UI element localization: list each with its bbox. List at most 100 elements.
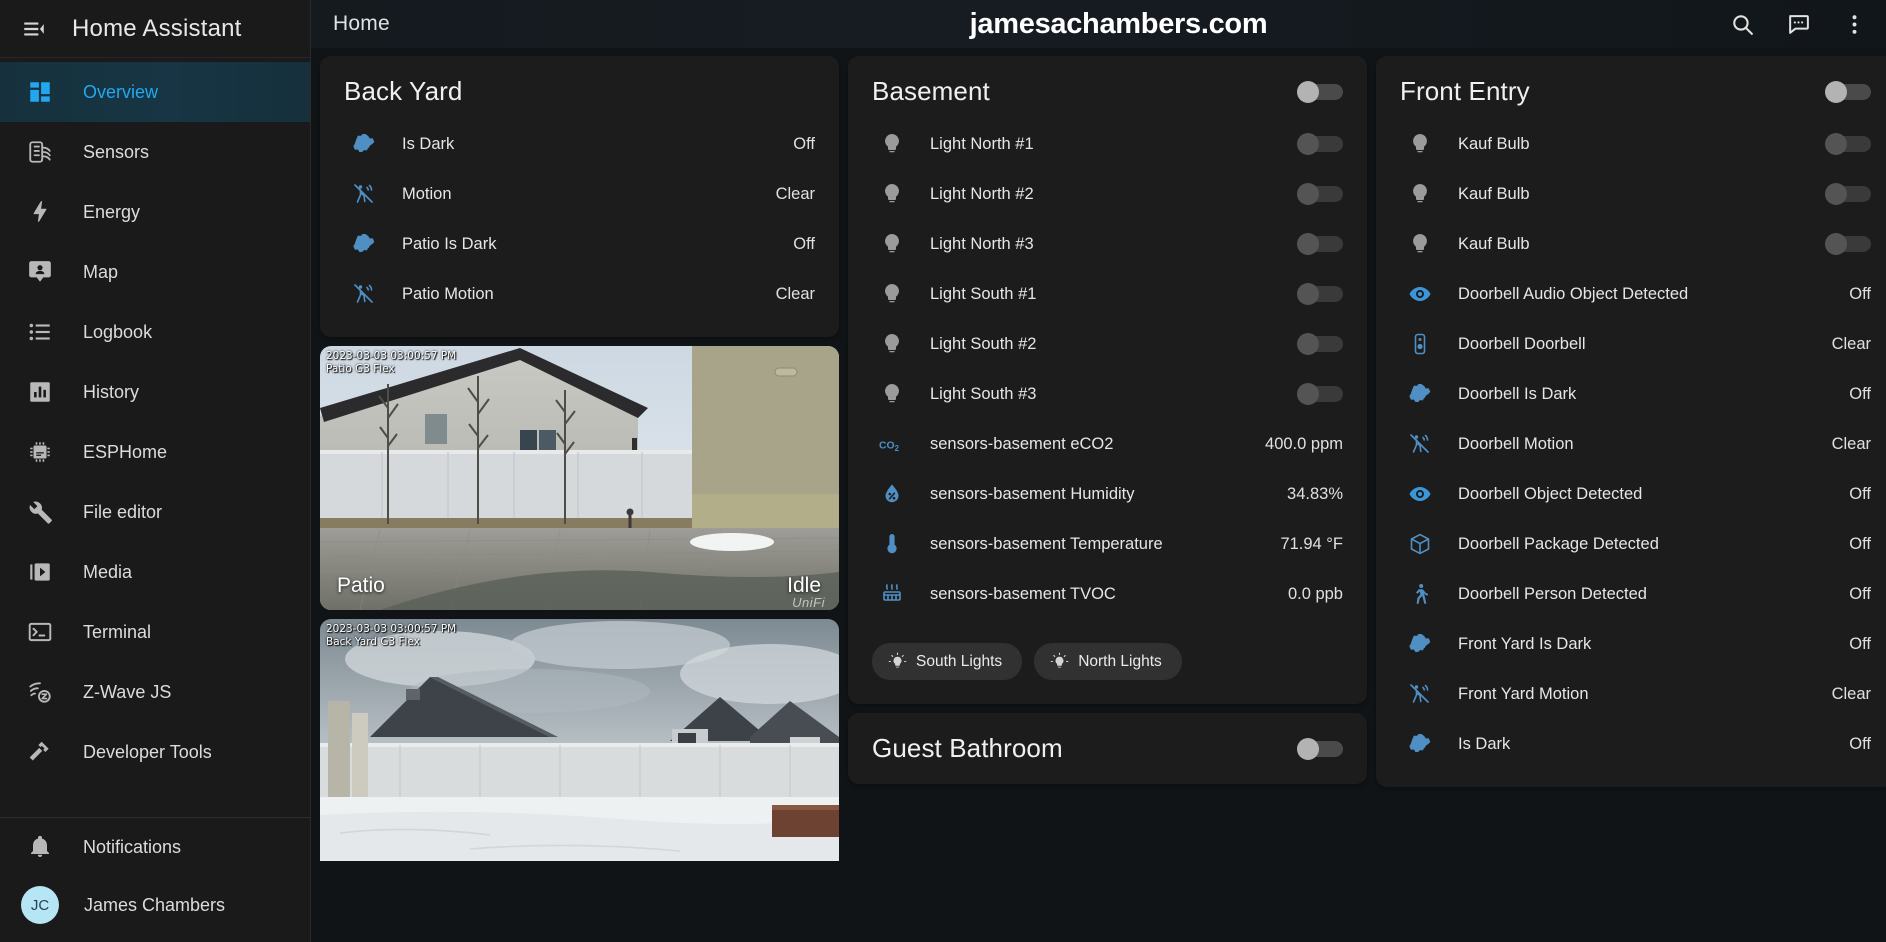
sidebar-item-notifications[interactable]: Notifications <box>0 818 310 876</box>
entity-row[interactable]: Light South #1 <box>872 269 1343 319</box>
entity-row[interactable]: Doorbell Object Detected Off <box>1400 469 1871 519</box>
entity-toggle[interactable] <box>1297 333 1343 355</box>
card-header-toggle[interactable] <box>1297 737 1343 760</box>
entity-row[interactable]: Doorbell Is Dark Off <box>1400 369 1871 419</box>
entity-toggle[interactable] <box>1297 383 1343 405</box>
brightness-icon <box>1400 632 1440 656</box>
chip-south-lights[interactable]: South Lights <box>872 643 1023 680</box>
entity-toggle[interactable] <box>1297 233 1343 255</box>
sidebar-item-terminal[interactable]: Terminal <box>0 602 310 662</box>
search-icon[interactable] <box>1720 2 1764 46</box>
entity-row[interactable]: Light North #2 <box>872 169 1343 219</box>
assist-chat-icon[interactable] <box>1776 2 1820 46</box>
entity-row[interactable]: Doorbell Motion Clear <box>1400 419 1871 469</box>
sidebar-item-energy[interactable]: Energy <box>0 182 310 242</box>
lightbulb-icon <box>872 282 912 306</box>
chip-north-lights[interactable]: North Lights <box>1034 643 1182 680</box>
radiator-icon <box>872 582 912 606</box>
lightbulb-icon <box>872 232 912 256</box>
entity-toggle[interactable] <box>1297 183 1343 205</box>
sidebar-item-history[interactable]: History <box>0 362 310 422</box>
entity-row[interactable]: Light South #3 <box>872 369 1343 419</box>
entity-name: Front Yard Is Dark <box>1458 634 1592 653</box>
entity-row[interactable]: Patio Motion Clear <box>344 269 815 319</box>
entity-row[interactable]: Is Dark Off <box>1400 719 1871 769</box>
card-header-toggle[interactable] <box>1297 80 1343 103</box>
entity-name: Doorbell Motion <box>1458 434 1574 453</box>
camera-card-patio[interactable]: 2023-03-03 03:00:57 PM Patio G3 Flex Pat… <box>320 346 839 610</box>
entity-row[interactable]: Doorbell Person Detected Off <box>1400 569 1871 619</box>
sidebar-item-sensors[interactable]: Sensors <box>0 122 310 182</box>
play-box-multiple-icon <box>20 552 60 592</box>
sidebar-item-file-editor[interactable]: File editor <box>0 482 310 542</box>
entity-toggle[interactable] <box>1297 283 1343 305</box>
motion-sensor-off-icon <box>344 182 384 206</box>
entity-row[interactable]: Doorbell Audio Object Detected Off <box>1400 269 1871 319</box>
entity-state: 400.0 ppm <box>1265 434 1343 453</box>
console-icon <box>20 612 60 652</box>
home-assistant-app: Home Assistant Overview Sensors Energy M… <box>0 0 1886 942</box>
entity-toggle[interactable] <box>1297 133 1343 155</box>
entity-state: Clear <box>1831 434 1871 453</box>
sidebar-item-overview[interactable]: Overview <box>0 62 310 122</box>
entity-row[interactable]: Kauf Bulb <box>1400 169 1871 219</box>
entity-name: Patio Motion <box>402 284 494 303</box>
entity-row[interactable]: Doorbell Package Detected Off <box>1400 519 1871 569</box>
chip-icon <box>20 432 60 472</box>
entity-row[interactable]: Motion Clear <box>344 169 815 219</box>
entity-row[interactable]: Doorbell Doorbell Clear <box>1400 319 1871 369</box>
sidebar-item-media[interactable]: Media <box>0 542 310 602</box>
chip-label: South Lights <box>916 652 1003 670</box>
sidebar-item-developer-tools[interactable]: Developer Tools <box>0 722 310 782</box>
sidebar-item-map[interactable]: Map <box>0 242 310 302</box>
card-header-toggle[interactable] <box>1825 80 1871 103</box>
entity-toggle[interactable] <box>1825 233 1871 255</box>
entity-row[interactable]: Front Yard Motion Clear <box>1400 669 1871 719</box>
camera-card-back-yard[interactable]: 2023-03-03 03:00:57 PM Back Yard G3 Flex <box>320 619 839 861</box>
entity-state: Clear <box>1831 334 1871 353</box>
sidebar-item-label: Sensors <box>83 141 150 162</box>
camera-device-name: Back Yard G3 Flex <box>326 636 420 648</box>
card-back-yard: Back Yard Is Dark Off Motion Clear Patio… <box>320 56 839 337</box>
card-basement: Basement Light North #1 Light North #2 L… <box>848 56 1367 704</box>
sidebar-item-esphome[interactable]: ESPHome <box>0 422 310 482</box>
lightbulb-icon <box>872 132 912 156</box>
overflow-menu-icon[interactable] <box>1832 2 1876 46</box>
entity-name: Light South #1 <box>930 284 1037 303</box>
card-action-chips: South Lights North Lights <box>848 637 1367 704</box>
sidebar-item-zwave-js[interactable]: Z-Wave JS <box>0 662 310 722</box>
entity-row[interactable]: Light North #1 <box>872 119 1343 169</box>
entity-name: Doorbell Object Detected <box>1458 484 1643 503</box>
walk-icon <box>1400 582 1440 606</box>
entity-name: sensors-basement TVOC <box>930 584 1116 603</box>
lightbulb-icon <box>1400 232 1440 256</box>
entity-state: Off <box>1849 634 1871 653</box>
camera-label: Patio <box>337 574 385 597</box>
sidebar-item-user-profile[interactable]: JC James Chambers <box>0 876 310 934</box>
sidebar-item-label: Notifications <box>83 836 182 857</box>
entity-row[interactable]: Kauf Bulb <box>1400 219 1871 269</box>
entity-row[interactable]: Patio Is Dark Off <box>344 219 815 269</box>
entity-state: Off <box>1849 484 1871 503</box>
entity-name: Is Dark <box>402 134 455 153</box>
entity-row[interactable]: sensors-basement Humidity 34.83% <box>872 469 1343 519</box>
entity-row[interactable]: Is Dark Off <box>344 119 815 169</box>
entity-toggle[interactable] <box>1825 133 1871 155</box>
map-marker-account-icon <box>20 252 60 292</box>
unifi-brand-watermark: UniFi <box>792 595 825 610</box>
card-body: Light North #1 Light North #2 Light Nort… <box>848 119 1367 637</box>
entity-row[interactable]: sensors-basement Temperature 71.94 °F <box>872 519 1343 569</box>
lightbulb-on-icon <box>1050 652 1069 671</box>
entity-row[interactable]: Front Yard Is Dark Off <box>1400 619 1871 669</box>
entity-row[interactable]: Light North #3 <box>872 219 1343 269</box>
entity-toggle[interactable] <box>1825 183 1871 205</box>
entity-row[interactable]: sensors-basement TVOC 0.0 ppb <box>872 569 1343 619</box>
entity-row[interactable]: Kauf Bulb <box>1400 119 1871 169</box>
entity-state: Off <box>793 134 815 153</box>
doorbell-icon <box>1400 332 1440 356</box>
entity-row[interactable]: CO 2 sensors-basement eCO2 400.0 ppm <box>872 419 1343 469</box>
sidebar-item-logbook[interactable]: Logbook <box>0 302 310 362</box>
entity-name: Patio Is Dark <box>402 234 497 253</box>
hamburger-collapse-icon[interactable] <box>14 9 54 49</box>
entity-row[interactable]: Light South #2 <box>872 319 1343 369</box>
